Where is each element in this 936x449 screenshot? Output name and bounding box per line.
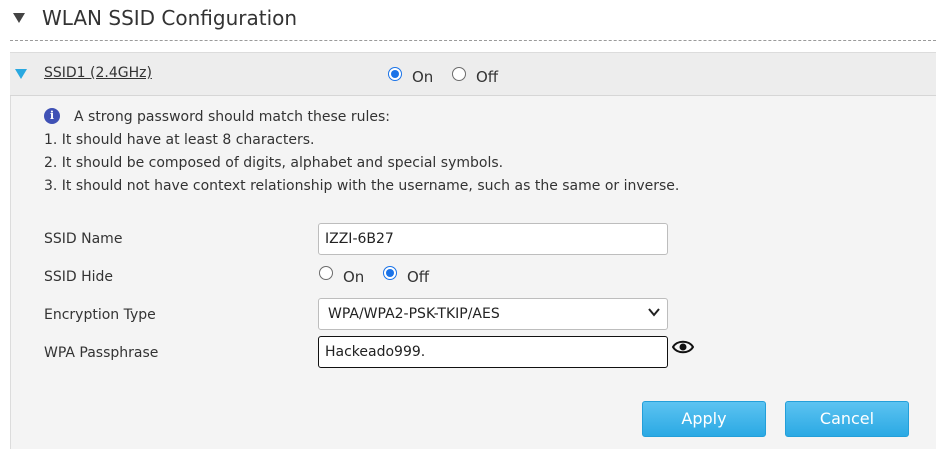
encryption-type-value: WPA/WPA2-PSK-TKIP/AES [328,306,500,322]
apply-button[interactable]: Apply [642,401,766,437]
ssid-hide-off-label: Off [407,268,430,286]
ssid-enable-on-radio[interactable] [388,67,402,81]
info-icon: i [44,108,60,124]
ssid-hide-on-label: On [343,268,365,286]
ssid-hide-off-radio[interactable] [383,266,397,280]
ssid-enable-on-label: On [412,68,434,86]
info-rule-2: 2. It should be composed of digits, alph… [44,155,504,171]
section-title: WLAN SSID Configuration [42,6,298,30]
info-rule-1: 1. It should have at least 8 characters. [44,132,315,148]
collapse-triangle-icon[interactable] [13,13,25,23]
ssid-enable-off-radio[interactable] [452,67,466,81]
info-heading: A strong password should match these rul… [74,109,390,125]
eye-icon[interactable] [672,339,694,355]
ssid1-link[interactable]: SSID1 (2.4GHz) [44,64,152,82]
expand-triangle-icon[interactable] [15,69,27,79]
wpa-passphrase-label: WPA Passphrase [44,345,159,361]
ssid-name-label: SSID Name [44,231,123,247]
wpa-passphrase-input[interactable]: Hackeado999. [318,336,668,368]
encryption-type-label: Encryption Type [44,307,156,323]
ssid-hide-on-radio[interactable] [319,266,333,280]
cancel-button[interactable]: Cancel [785,401,909,437]
ssid-name-input[interactable]: IZZI-6B27 [318,223,668,255]
ssid-enable-off-label: Off [476,68,499,86]
chevron-down-icon [648,308,660,317]
ssid-hide-label: SSID Hide [44,269,114,285]
section-divider [10,40,936,41]
info-rule-3: 3. It should not have context relationsh… [44,178,680,194]
